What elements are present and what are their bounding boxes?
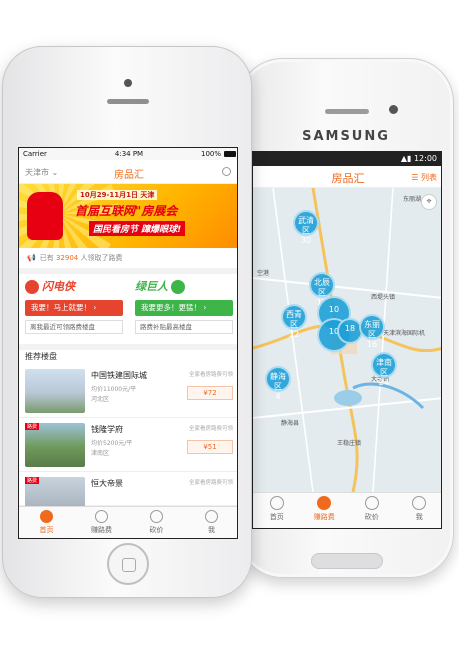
flash-logo: 闪电侠 [25,278,75,294]
user-icon [205,510,218,523]
search-icon[interactable] [222,167,231,176]
list-item[interactable]: 路费 恒大帝景 全家看房路费可领 [19,472,237,507]
nearest-fare-link[interactable]: 离我最近可领路费楼盘 [25,320,123,334]
battery-icon [224,151,236,157]
home-icon [269,496,284,510]
flash-hero-icon [25,280,39,294]
bargain-icon [364,496,379,510]
app-title: 房品汇 [114,170,144,181]
map-cluster[interactable]: 北辰区13 [309,272,335,307]
notice-bar: 📢 已有 32904 人领取了路费 [19,248,237,274]
front-camera [389,105,398,114]
banner-headline: 首届互联网"房展会 [75,204,178,218]
map-label-wenzhuang: 王稳庄镇 [337,440,362,447]
tab-bargain[interactable]: 砍价 [129,507,184,538]
tab-earn-fare[interactable]: 赚路费 [74,507,129,538]
map-label-donglihu: 东丽湖 [403,196,422,203]
listing-price: 均价11000元/平 [91,386,137,393]
money-bag-icon [317,496,332,510]
samsung-phone: SAMSUNG ▲▮ 12:00 房品汇 ☰ 列表 空港 东丽湖 西堤头镇 天津… [238,58,454,578]
map-label-airport: 天津滨海国际机 [383,330,426,337]
chevron-right-icon: › [203,303,207,312]
notice-count: 32904 [55,254,79,262]
listing-price: 均价5200元/平 [91,440,133,447]
listing-photo [25,369,85,413]
banner-date: 10月29-11月1日 天津 [77,190,158,200]
hulk-button[interactable]: 我要更多！更猛！ › [135,300,233,316]
tab-me[interactable]: 我 [396,493,442,528]
listing-name: 中国铁建国际城 [91,371,147,380]
speaker-grille [107,99,149,104]
listing-name: 恒大帝景 [91,479,123,488]
list-view-button[interactable]: ☰ 列表 [411,172,437,183]
section-title: 推荐楼盘 [19,344,237,364]
list-item[interactable]: 路费 钱隆学府 均价5200元/平 津南区 全家看房路费可领 ¥51 [19,418,237,472]
map-view[interactable]: 空港 东丽湖 西堤头镇 天津滨海国际机 大寺镇 静海县 王稳庄镇 武清区 30 北… [253,188,441,492]
tab-home[interactable]: 首页 [253,493,301,528]
hulk-hero-icon [171,280,185,294]
status-bar: ▲▮ 12:00 [253,152,441,166]
flash-button[interactable]: 我要！马上就要！ › [25,300,123,316]
battery-percent: 100% [200,150,221,158]
status-bar: Carrier 4:34 PM 100% [19,148,237,160]
locate-icon[interactable]: ⌖ [421,194,437,210]
nav-bar: 房品汇 ☰ 列表 [253,166,441,188]
listing-tag: 全家看房路费可领 [188,426,233,432]
samsung-brand: SAMSUNG [302,129,390,144]
listing-tag: 全家看房路费可领 [188,372,233,378]
map-cluster[interactable]: 静海区 4 [265,366,291,401]
listing-name: 钱隆学府 [91,425,123,434]
status-time: 12:00 [413,154,437,163]
fist-icon [27,192,63,240]
money-bag-icon [95,510,108,523]
sale-badge: 路费 [25,477,40,484]
listing-area: 河北区 [91,396,110,403]
chevron-right-icon: › [93,303,97,312]
bargain-icon [150,510,163,523]
promo-banner[interactable]: 10月29-11月1日 天津 首届互联网"房展会 国民看房节 蹿爆眼球! [19,184,237,248]
front-camera [124,79,132,87]
hulk-logo: 绿巨人 [135,278,185,294]
map-cluster[interactable]: 东丽区 16 [359,314,385,349]
flash-card: 闪电侠 我要！马上就要！ › 离我最近可领路费楼盘 [21,278,127,338]
sale-badge: 路费 [25,423,40,430]
list-item[interactable]: 中国铁建国际城 均价11000元/平 河北区 全家看房路费可领 ¥72 [19,364,237,418]
samsung-screen: ▲▮ 12:00 房品汇 ☰ 列表 空港 东丽湖 西堤头镇 天津滨海国际机 大寺… [252,151,442,529]
user-icon [412,496,427,510]
map-label-kongang: 空港 [257,270,270,277]
speaker-grille [325,109,369,114]
map-label-jinghai: 静海县 [281,420,300,427]
map-cluster[interactable]: 武清区 30 [293,210,319,245]
hulk-card: 绿巨人 我要更多！更猛！ › 路费补贴最高楼盘 [131,278,237,338]
iphone: Carrier 4:34 PM 100% 天津市 ⌄ 房品汇 10月29-11月… [2,46,252,598]
iphone-screen: Carrier 4:34 PM 100% 天津市 ⌄ 房品汇 10月29-11月… [18,147,238,539]
tab-home[interactable]: 首页 [19,507,74,538]
tab-bar: 首页 赚路费 砍价 我 [19,506,237,538]
fare-amount: ¥51 [187,440,233,454]
signal-icon: ▲▮ [400,154,412,163]
promo-cards: 闪电侠 我要！马上就要！ › 离我最近可领路费楼盘 绿巨人 我要更多！更猛！ ›… [19,274,237,342]
tab-bargain[interactable]: 砍价 [348,493,396,528]
banner-subline: 国民看房节 蹿爆眼球! [89,221,186,236]
highest-fare-link[interactable]: 路费补贴最高楼盘 [135,320,233,334]
home-icon [40,510,53,523]
map-cluster[interactable]: 西青区 22 [281,304,307,339]
tab-me[interactable]: 我 [184,507,237,538]
listing-tag: 全家看房路费可领 [188,480,233,486]
tab-earn-fare[interactable]: 赚路费 [301,493,349,528]
map-cluster[interactable]: 津南区 24 [371,352,397,387]
tab-bar: 首页 赚路费 砍价 我 [253,492,442,528]
listing-area: 津南区 [91,450,110,457]
map-label-xidi: 西堤头镇 [371,294,396,301]
fare-amount: ¥72 [187,386,233,400]
home-button [311,553,383,569]
nav-bar: 天津市 ⌄ 房品汇 [19,160,237,184]
megaphone-icon: 📢 [27,254,36,262]
home-button [107,543,149,585]
